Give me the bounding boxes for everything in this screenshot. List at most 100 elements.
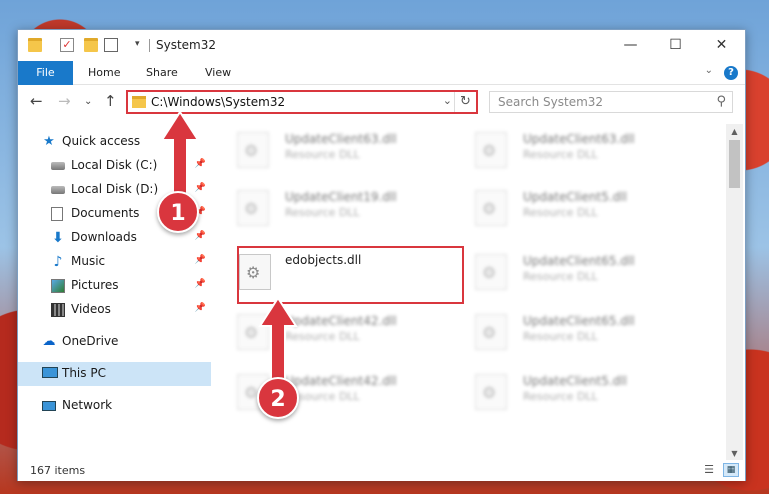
- close-button[interactable]: ✕: [699, 30, 744, 60]
- onedrive-icon: ☁: [42, 334, 56, 349]
- file-name: UpdateClient63.dll: [285, 132, 397, 146]
- tab-home[interactable]: Home: [88, 61, 120, 85]
- details-view-icon[interactable]: ☰: [701, 463, 717, 477]
- file-type: Resource DLL: [285, 148, 360, 161]
- file-name: UpdateClient65.dll: [523, 314, 635, 328]
- file-item[interactable]: ⚙ UpdateClient5.dll Resource DLL: [459, 182, 684, 236]
- file-item[interactable]: ⚙ UpdateClient5.dll Resource DLL: [459, 366, 684, 420]
- sidebar-item-label: Network: [62, 398, 113, 412]
- file-name: UpdateClient19.dll: [285, 190, 397, 204]
- sidebar-item-label: Videos: [71, 302, 111, 316]
- file-type: Resource DLL: [523, 330, 598, 343]
- callout-badge-1: 1: [157, 191, 199, 233]
- gear-icon: ⚙: [244, 199, 259, 218]
- tab-share[interactable]: Share: [146, 61, 178, 85]
- search-icon[interactable]: ⚲: [716, 94, 726, 109]
- documents-icon: [51, 207, 63, 221]
- sidebar-item-this-pc[interactable]: This PC: [18, 362, 211, 386]
- sidebar-item-label: Local Disk (D:): [71, 182, 159, 196]
- file-type: Resource DLL: [523, 390, 598, 403]
- properties-checkmark-icon[interactable]: ✓: [60, 38, 74, 52]
- downloads-icon: ⬇: [52, 230, 64, 246]
- sidebar-item-onedrive[interactable]: ☁ OneDrive: [18, 330, 211, 354]
- title-bar: ✓ ▾ System32 — ☐ ✕: [18, 30, 745, 61]
- title-separator: [149, 39, 150, 52]
- dll-file-icon: ⚙: [475, 190, 507, 226]
- dll-file-icon: ⚙: [237, 190, 269, 226]
- gear-icon: ⚙: [482, 263, 497, 282]
- search-box[interactable]: ⚲: [489, 91, 733, 113]
- sidebar-item-network[interactable]: Network: [18, 394, 211, 418]
- back-arrow-icon[interactable]: ←: [30, 92, 43, 110]
- file-item[interactable]: ⚙ UpdateClient19.dll Resource DLL: [221, 182, 446, 236]
- pin-icon: 📌: [194, 255, 206, 265]
- computer-icon: [42, 367, 58, 378]
- scroll-thumb[interactable]: [729, 140, 740, 188]
- file-item[interactable]: ⚙ UpdateClient65.dll Resource DLL: [459, 246, 684, 300]
- gear-icon: ⚙: [482, 141, 497, 160]
- sidebar-item-label: Pictures: [71, 278, 119, 292]
- recent-locations-icon[interactable]: ⌄: [84, 96, 92, 107]
- dll-file-icon: ⚙: [237, 132, 269, 168]
- file-item[interactable]: ⚙ UpdateClient63.dll Resource DLL: [459, 124, 684, 178]
- sidebar-item-label: Local Disk (C:): [71, 158, 158, 172]
- file-name: UpdateClient65.dll: [523, 254, 635, 268]
- window-title: System32: [156, 38, 217, 52]
- disk-icon: [51, 186, 65, 194]
- vertical-scrollbar[interactable]: ▲ ▼: [726, 124, 743, 462]
- folder-icon: [28, 38, 42, 52]
- explorer-window: ✓ ▾ System32 — ☐ ✕ File Home Share View …: [17, 29, 746, 481]
- address-path[interactable]: C:\Windows\System32: [151, 95, 285, 109]
- status-bar: 167 items ☰ ▦: [18, 460, 745, 481]
- gear-icon: ⚙: [482, 199, 497, 218]
- file-type: Resource DLL: [523, 148, 598, 161]
- callout-badge-2: 2: [257, 377, 299, 419]
- sidebar-item-label: Downloads: [71, 230, 137, 244]
- ribbon-tabs: File Home Share View ⌄ ?: [18, 61, 745, 85]
- file-type: Resource DLL: [285, 206, 360, 219]
- quick-access-dropdown-icon[interactable]: ▾: [135, 39, 140, 49]
- maximize-button[interactable]: ☐: [653, 30, 698, 60]
- dll-file-icon: ⚙: [475, 374, 507, 410]
- dll-file-icon: ⚙: [475, 254, 507, 290]
- tab-file[interactable]: File: [18, 61, 73, 85]
- dll-file-icon: ⚙: [475, 132, 507, 168]
- file-item[interactable]: ⚙ UpdateClient65.dll Resource DLL: [459, 306, 684, 360]
- gear-icon: ⚙: [482, 383, 497, 402]
- disk-icon: [51, 162, 65, 170]
- new-folder-icon[interactable]: [84, 38, 98, 52]
- file-name: UpdateClient5.dll: [523, 190, 627, 204]
- refresh-button[interactable]: ↻: [454, 92, 476, 112]
- music-icon: ♪: [53, 254, 63, 270]
- file-type: Resource DLL: [523, 206, 598, 219]
- search-input[interactable]: [498, 94, 698, 110]
- customize-toolbar-icon[interactable]: [104, 38, 118, 52]
- help-icon[interactable]: ?: [724, 66, 738, 80]
- expand-ribbon-icon[interactable]: ⌄: [705, 65, 713, 76]
- dll-file-icon: ⚙: [475, 314, 507, 350]
- sidebar-item-label: Quick access: [62, 134, 141, 148]
- large-icons-view-icon[interactable]: ▦: [723, 463, 739, 477]
- file-type: Resource DLL: [523, 270, 598, 283]
- pictures-icon: [51, 279, 65, 293]
- minimize-button[interactable]: —: [608, 30, 653, 60]
- address-dropdown-icon[interactable]: ⌄: [443, 94, 452, 107]
- gear-icon: ⚙: [482, 323, 497, 342]
- file-name: UpdateClient5.dll: [523, 374, 627, 388]
- scroll-up-icon[interactable]: ▲: [726, 124, 743, 140]
- star-icon: ★: [43, 134, 55, 149]
- sidebar-item-pictures[interactable]: Pictures 📌: [18, 274, 211, 298]
- up-arrow-icon[interactable]: ↑: [104, 92, 117, 110]
- pin-icon: 📌: [194, 231, 206, 241]
- pin-icon: 📌: [194, 279, 206, 289]
- file-item[interactable]: ⚙ UpdateClient63.dll Resource DLL: [221, 124, 446, 178]
- pin-icon: 📌: [194, 303, 206, 313]
- sidebar-item-label: Music: [71, 254, 106, 268]
- forward-arrow-icon[interactable]: →: [58, 92, 71, 110]
- sidebar-item-label: Documents: [71, 206, 140, 220]
- sidebar-item-videos[interactable]: Videos 📌: [18, 298, 211, 322]
- tab-view[interactable]: View: [205, 61, 231, 85]
- sidebar-item-music[interactable]: ♪ Music 📌: [18, 250, 211, 274]
- network-icon: [42, 401, 56, 411]
- gear-icon: ⚙: [244, 141, 259, 160]
